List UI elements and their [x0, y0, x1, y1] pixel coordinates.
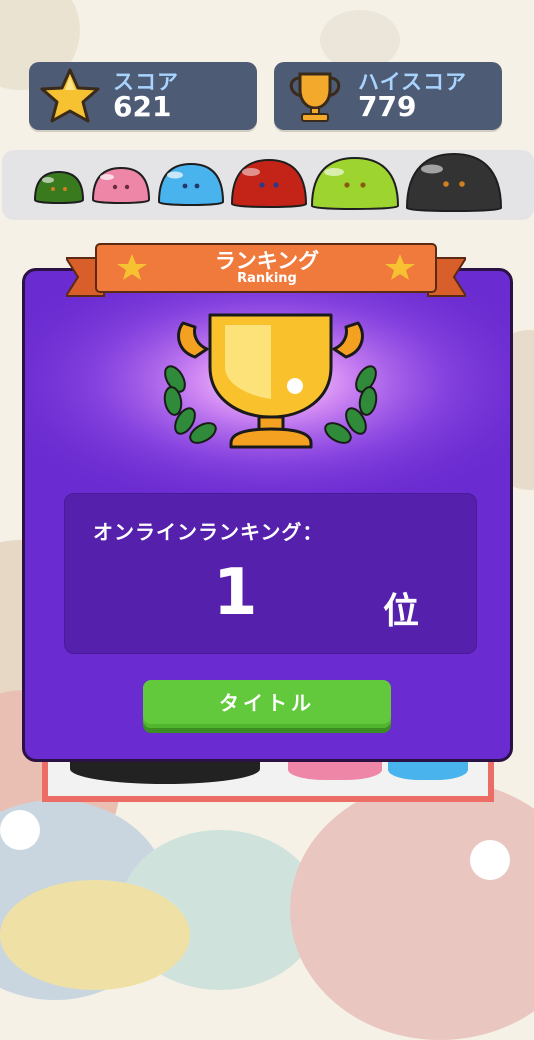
- slime-red: [230, 158, 308, 208]
- slime-green: [33, 170, 85, 204]
- online-ranking-box: オンラインランキング： 1 位: [64, 493, 477, 654]
- rank-unit: 位: [383, 591, 420, 632]
- ranking-subtitle: Ranking: [237, 271, 297, 286]
- slime-evolution-bar: [2, 150, 534, 220]
- trophy-glow: [25, 271, 510, 501]
- rank-number: 1: [213, 556, 258, 630]
- high-score-card: ハイスコア 779: [274, 62, 502, 130]
- slime-black: [405, 152, 503, 212]
- score-value: 621: [113, 90, 172, 123]
- score-card: スコア 621: [29, 62, 257, 130]
- online-ranking-label: オンラインランキング：: [93, 520, 324, 544]
- ranking-dialog: オンラインランキング： 1 位 タイトル: [22, 268, 513, 762]
- high-score-value: 779: [358, 90, 417, 123]
- slime-blue: [157, 162, 225, 206]
- slime-pink: [91, 166, 151, 204]
- star-icon: [40, 68, 100, 123]
- slime-lime: [310, 156, 400, 210]
- title-button[interactable]: タイトル: [143, 680, 391, 728]
- trophy-icon: [289, 72, 341, 122]
